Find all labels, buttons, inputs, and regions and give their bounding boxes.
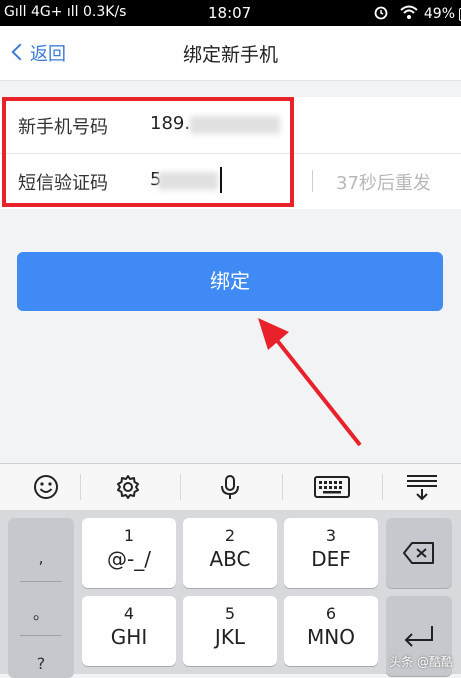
status-right: 49% [373, 4, 461, 22]
collapse-keyboard-icon [407, 475, 437, 501]
navigation-bar: 返回 绑定新手机 [0, 26, 461, 81]
keyboard-icon [314, 476, 350, 498]
key-1[interactable]: 1 @-_/ [82, 518, 176, 588]
emoji-button[interactable] [0, 464, 92, 510]
settings-icon [117, 475, 139, 499]
emoji-icon [34, 475, 58, 499]
backspace-icon [403, 542, 434, 564]
watermark: 头条 @酷酷 [389, 655, 453, 669]
resend-countdown: 37秒后重发 [336, 173, 431, 194]
key-4[interactable]: 4 GHI [82, 596, 176, 666]
highlight-box [2, 97, 294, 207]
key-5[interactable]: 5 JKL [183, 596, 277, 666]
voice-button[interactable] [184, 464, 276, 510]
enter-icon [404, 626, 433, 647]
status-bar: Gıll 4G+ ıll 0.3K/s 18:07 49% [0, 0, 461, 26]
keyboard-toolbar [0, 463, 461, 511]
delete-key[interactable] [386, 518, 452, 588]
key-2[interactable]: 2 ABC [183, 518, 277, 588]
settings-button[interactable] [82, 464, 174, 510]
hide-keyboard-button[interactable] [376, 464, 461, 510]
bind-button[interactable]: 绑定 [17, 252, 443, 311]
comma-key[interactable]: , [8, 548, 74, 567]
clock: 18:07 [208, 4, 252, 22]
wifi-icon [400, 5, 419, 19]
microphone-icon [221, 475, 239, 499]
keyboard-switch-button[interactable] [286, 464, 378, 510]
punctuation-column: , 。 ? [8, 518, 74, 678]
key-3[interactable]: 3 DEF [284, 518, 378, 588]
key-6[interactable]: 6 MNO [284, 596, 378, 666]
question-key[interactable]: ? [8, 654, 74, 673]
alarm-icon [374, 6, 388, 20]
keyboard: , 。 ? 1 @-_/ 2 ABC 3 DEF 4 GHI 5 JKL 6 MNO 头条 … [0, 510, 461, 678]
divider [312, 170, 313, 192]
network-status: Gıll 4G+ ıll 0.3K/s [4, 4, 127, 20]
battery-level: 49% [423, 6, 455, 22]
page-title: 绑定新手机 [182, 44, 278, 66]
period-key[interactable]: 。 [8, 600, 74, 624]
